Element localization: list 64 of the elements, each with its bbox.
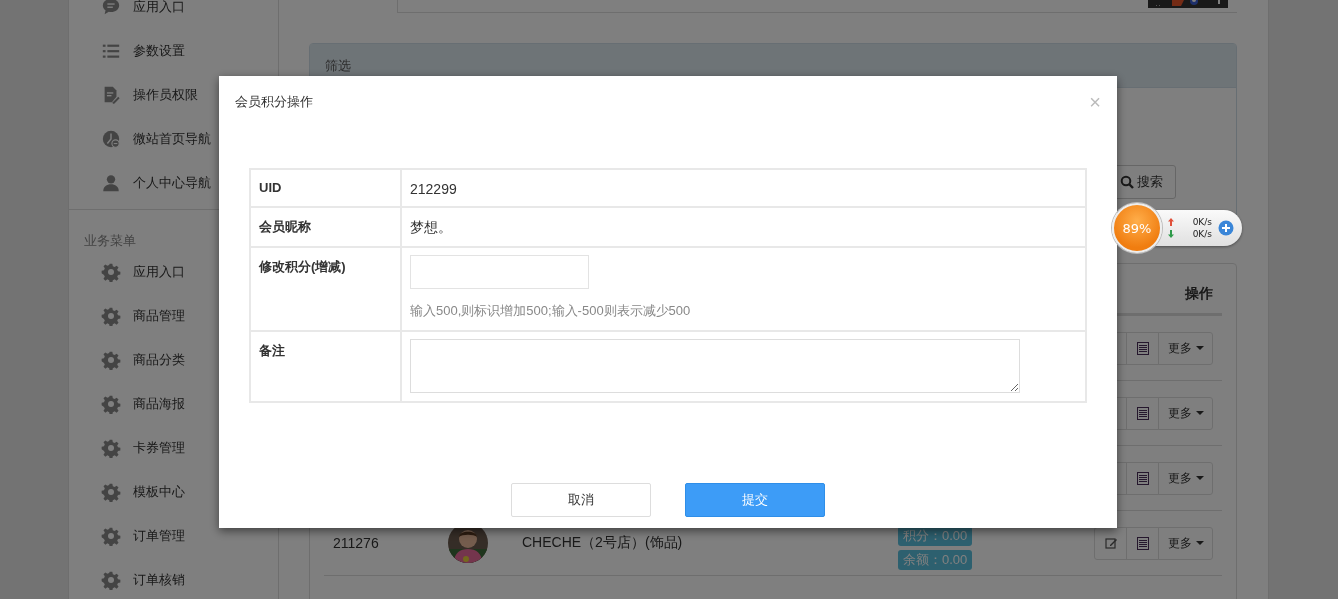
sidebar-item[interactable]: 订单管理 xyxy=(101,514,185,558)
gear-icon xyxy=(101,526,121,546)
points-input[interactable] xyxy=(410,255,589,289)
member-name: CHECHE（2号店）(饰品) xyxy=(522,534,683,550)
sidebar-item[interactable]: 个人中心导航 xyxy=(101,161,211,205)
caret-icon xyxy=(1195,476,1204,480)
caret-icon xyxy=(1195,346,1204,350)
add-icon xyxy=(1218,220,1234,236)
upload-speed: 0K/s xyxy=(1191,217,1212,227)
gear-icon xyxy=(101,438,121,458)
gear-icon xyxy=(101,570,121,590)
table-cell: 211276 xyxy=(333,535,379,551)
help-text: 输入500,则标识增加500;输入-500则表示减少500 xyxy=(410,302,692,320)
sidebar-item[interactable]: 商品管理 xyxy=(101,294,185,338)
field-label: 备注 xyxy=(259,343,285,358)
list-button[interactable] xyxy=(1126,461,1159,495)
sidebar-item[interactable]: 卡券管理 xyxy=(101,426,185,470)
dialog-title: 会员积分操作 xyxy=(235,92,313,111)
list-button[interactable] xyxy=(1126,396,1159,430)
more-dropdown[interactable]: 更多 xyxy=(1158,461,1213,495)
download-speed: 0K/s xyxy=(1191,229,1212,239)
gear-icon xyxy=(101,350,121,370)
edit-button[interactable] xyxy=(1094,526,1127,560)
list-button[interactable] xyxy=(1126,331,1159,365)
list-button[interactable] xyxy=(1126,526,1159,560)
balance-badge: 余额：0.00 xyxy=(898,550,973,570)
gear-icon xyxy=(101,306,121,326)
sidebar-item[interactable]: 微站首页导航 xyxy=(101,117,211,161)
sidebar-item[interactable]: 操作员权限 xyxy=(101,73,198,117)
more-dropdown[interactable]: 更多 xyxy=(1158,331,1213,365)
person-icon xyxy=(101,173,121,193)
list-icon xyxy=(1136,471,1149,485)
gear-icon xyxy=(101,482,121,502)
caret-icon xyxy=(1195,411,1204,415)
list-icon xyxy=(1136,406,1149,420)
more-dropdown[interactable]: 更多 xyxy=(1158,396,1213,430)
sidebar-item[interactable]: 商品海报 xyxy=(101,382,185,426)
field-label: 会员昵称 xyxy=(259,219,311,234)
edit-icon xyxy=(1104,537,1117,549)
balance-badge: 积分：0.00 xyxy=(898,526,973,546)
download-arrow-icon xyxy=(1168,230,1174,238)
more-dropdown[interactable]: 更多 xyxy=(1158,526,1213,560)
sidebar-item[interactable]: 应用入口 xyxy=(101,0,185,29)
sidebar-item[interactable]: 商品分类 xyxy=(101,338,185,382)
field-label: UID xyxy=(259,180,282,195)
submit-button[interactable]: 提交 xyxy=(685,483,825,517)
sidebar-item[interactable]: 模板中心 xyxy=(101,470,185,514)
field-value: 梦想。 xyxy=(410,219,452,235)
sidebar-item[interactable]: 订单核销 xyxy=(101,558,185,599)
search-icon xyxy=(1120,175,1134,189)
list-icon xyxy=(1136,536,1149,550)
sidebar-item[interactable]: 参数设置 xyxy=(101,29,185,73)
caret-icon xyxy=(1195,541,1204,545)
list-icon xyxy=(1136,341,1149,355)
field-label: 修改积分(增减) xyxy=(259,259,346,274)
clock-icon xyxy=(101,129,121,149)
cancel-button[interactable]: 取消 xyxy=(511,483,651,517)
gear-icon xyxy=(101,262,121,282)
sidebar-section-title: 业务菜单 xyxy=(83,232,136,250)
upload-arrow-icon xyxy=(1168,218,1174,226)
field-value: 212299 xyxy=(410,181,457,197)
sidebar-item[interactable]: 应用入口 xyxy=(101,250,185,294)
column-header: 操作 xyxy=(1185,285,1213,303)
gear-icon xyxy=(101,394,121,414)
